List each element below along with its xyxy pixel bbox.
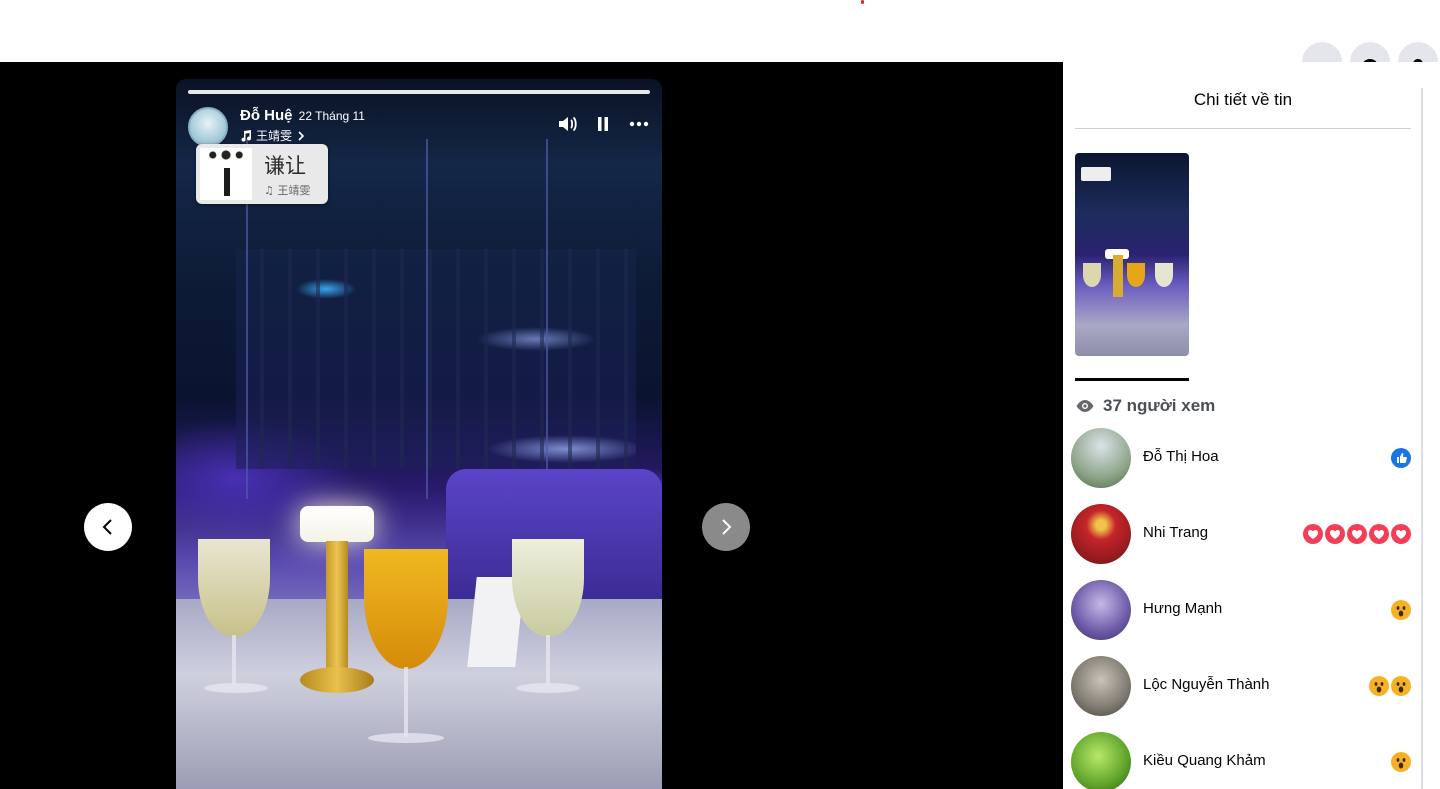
story-photo-background xyxy=(236,249,636,469)
story-controls xyxy=(556,113,650,135)
panel-divider xyxy=(1075,128,1411,129)
viewer-avatar[interactable] xyxy=(1071,428,1131,488)
viewer-count-text: 37 người xem xyxy=(1103,396,1216,415)
viewer-name[interactable]: Đỗ Thị Hoa xyxy=(1143,448,1219,465)
like-reaction-icon xyxy=(1391,448,1411,468)
story-viewer: Đỗ Huệ 22 Tháng 11 王靖雯 谦让 ♫ 王靖雯 xyxy=(0,62,1063,789)
viewer-avatar[interactable] xyxy=(1071,580,1131,640)
pause-icon[interactable] xyxy=(592,113,614,135)
music-sticker-title: 谦让 xyxy=(264,154,306,178)
story-thumbnail[interactable] xyxy=(1075,153,1189,356)
viewer-avatar[interactable] xyxy=(1071,732,1131,789)
viewer-avatar[interactable] xyxy=(1071,504,1131,564)
love-reaction-icon xyxy=(1347,524,1367,544)
story-details-panel: Chi tiết về tin 37 người xem Đỗ Thị Hoa N… xyxy=(1063,62,1440,789)
music-sticker-cover xyxy=(200,148,252,200)
wow-reaction-icon xyxy=(1369,676,1389,696)
viewer-reactions xyxy=(1303,524,1411,544)
viewer-reactions xyxy=(1391,448,1411,468)
music-title: 王靖雯 xyxy=(256,129,293,143)
love-reaction-icon xyxy=(1303,524,1323,544)
viewer-row[interactable]: Nhi Trang xyxy=(1071,504,1411,564)
music-sticker-artist: ♫ 王靖雯 xyxy=(264,184,311,197)
author-name-text[interactable]: Đỗ Huệ xyxy=(240,107,293,124)
music-sticker[interactable]: 谦让 ♫ 王靖雯 xyxy=(196,144,328,204)
story-progress-bar xyxy=(188,90,650,94)
viewer-reactions xyxy=(1391,752,1411,772)
notification-dot xyxy=(861,0,864,4)
viewer-row[interactable]: Kiều Quang Khảm xyxy=(1071,732,1411,789)
next-story-button[interactable] xyxy=(702,503,750,551)
viewer-avatar[interactable] xyxy=(1071,656,1131,716)
more-options-icon[interactable] xyxy=(628,113,650,135)
love-reaction-icon xyxy=(1325,524,1345,544)
eye-icon xyxy=(1076,400,1094,412)
previous-story-button[interactable] xyxy=(84,503,132,551)
author-avatar[interactable] xyxy=(188,107,228,147)
viewer-row[interactable]: Hưng Mạnh xyxy=(1071,580,1411,640)
viewer-name[interactable]: Hưng Mạnh xyxy=(1143,600,1222,617)
chevron-right-small-icon xyxy=(298,130,305,141)
volume-icon[interactable] xyxy=(556,113,578,135)
wow-reaction-icon xyxy=(1391,752,1411,772)
viewer-count: 37 người xem xyxy=(1075,396,1215,416)
wow-reaction-icon xyxy=(1391,600,1411,620)
story-header: Đỗ Huệ 22 Tháng 11 王靖雯 xyxy=(188,105,650,149)
viewer-row[interactable]: Lộc Nguyễn Thành xyxy=(1071,656,1411,716)
love-reaction-icon xyxy=(1391,524,1411,544)
chevron-right-icon xyxy=(722,519,732,535)
love-reaction-icon xyxy=(1369,524,1389,544)
author-name[interactable]: Đỗ Huệ 22 Tháng 11 xyxy=(240,107,365,124)
viewer-reactions xyxy=(1369,676,1411,696)
viewer-row[interactable]: Đỗ Thị Hoa xyxy=(1071,428,1411,488)
viewer-name[interactable]: Nhi Trang xyxy=(1143,524,1208,541)
viewer-name[interactable]: Kiều Quang Khảm xyxy=(1143,752,1266,769)
top-navigation-bar xyxy=(0,0,1440,82)
viewer-name[interactable]: Lộc Nguyễn Thành xyxy=(1143,676,1269,693)
music-note-icon xyxy=(241,129,252,142)
selected-thumbnail-indicator xyxy=(1075,378,1189,381)
music-link[interactable]: 王靖雯 xyxy=(240,127,306,144)
panel-title: Chi tiết về tin xyxy=(1193,90,1293,109)
chevron-left-icon xyxy=(102,519,112,535)
panel-scrollbar[interactable] xyxy=(1421,88,1423,789)
wow-reaction-icon xyxy=(1391,676,1411,696)
story-date: 22 Tháng 11 xyxy=(298,109,365,123)
viewer-reactions xyxy=(1391,600,1411,620)
story-card[interactable]: Đỗ Huệ 22 Tháng 11 王靖雯 谦让 ♫ 王靖雯 xyxy=(176,79,662,789)
